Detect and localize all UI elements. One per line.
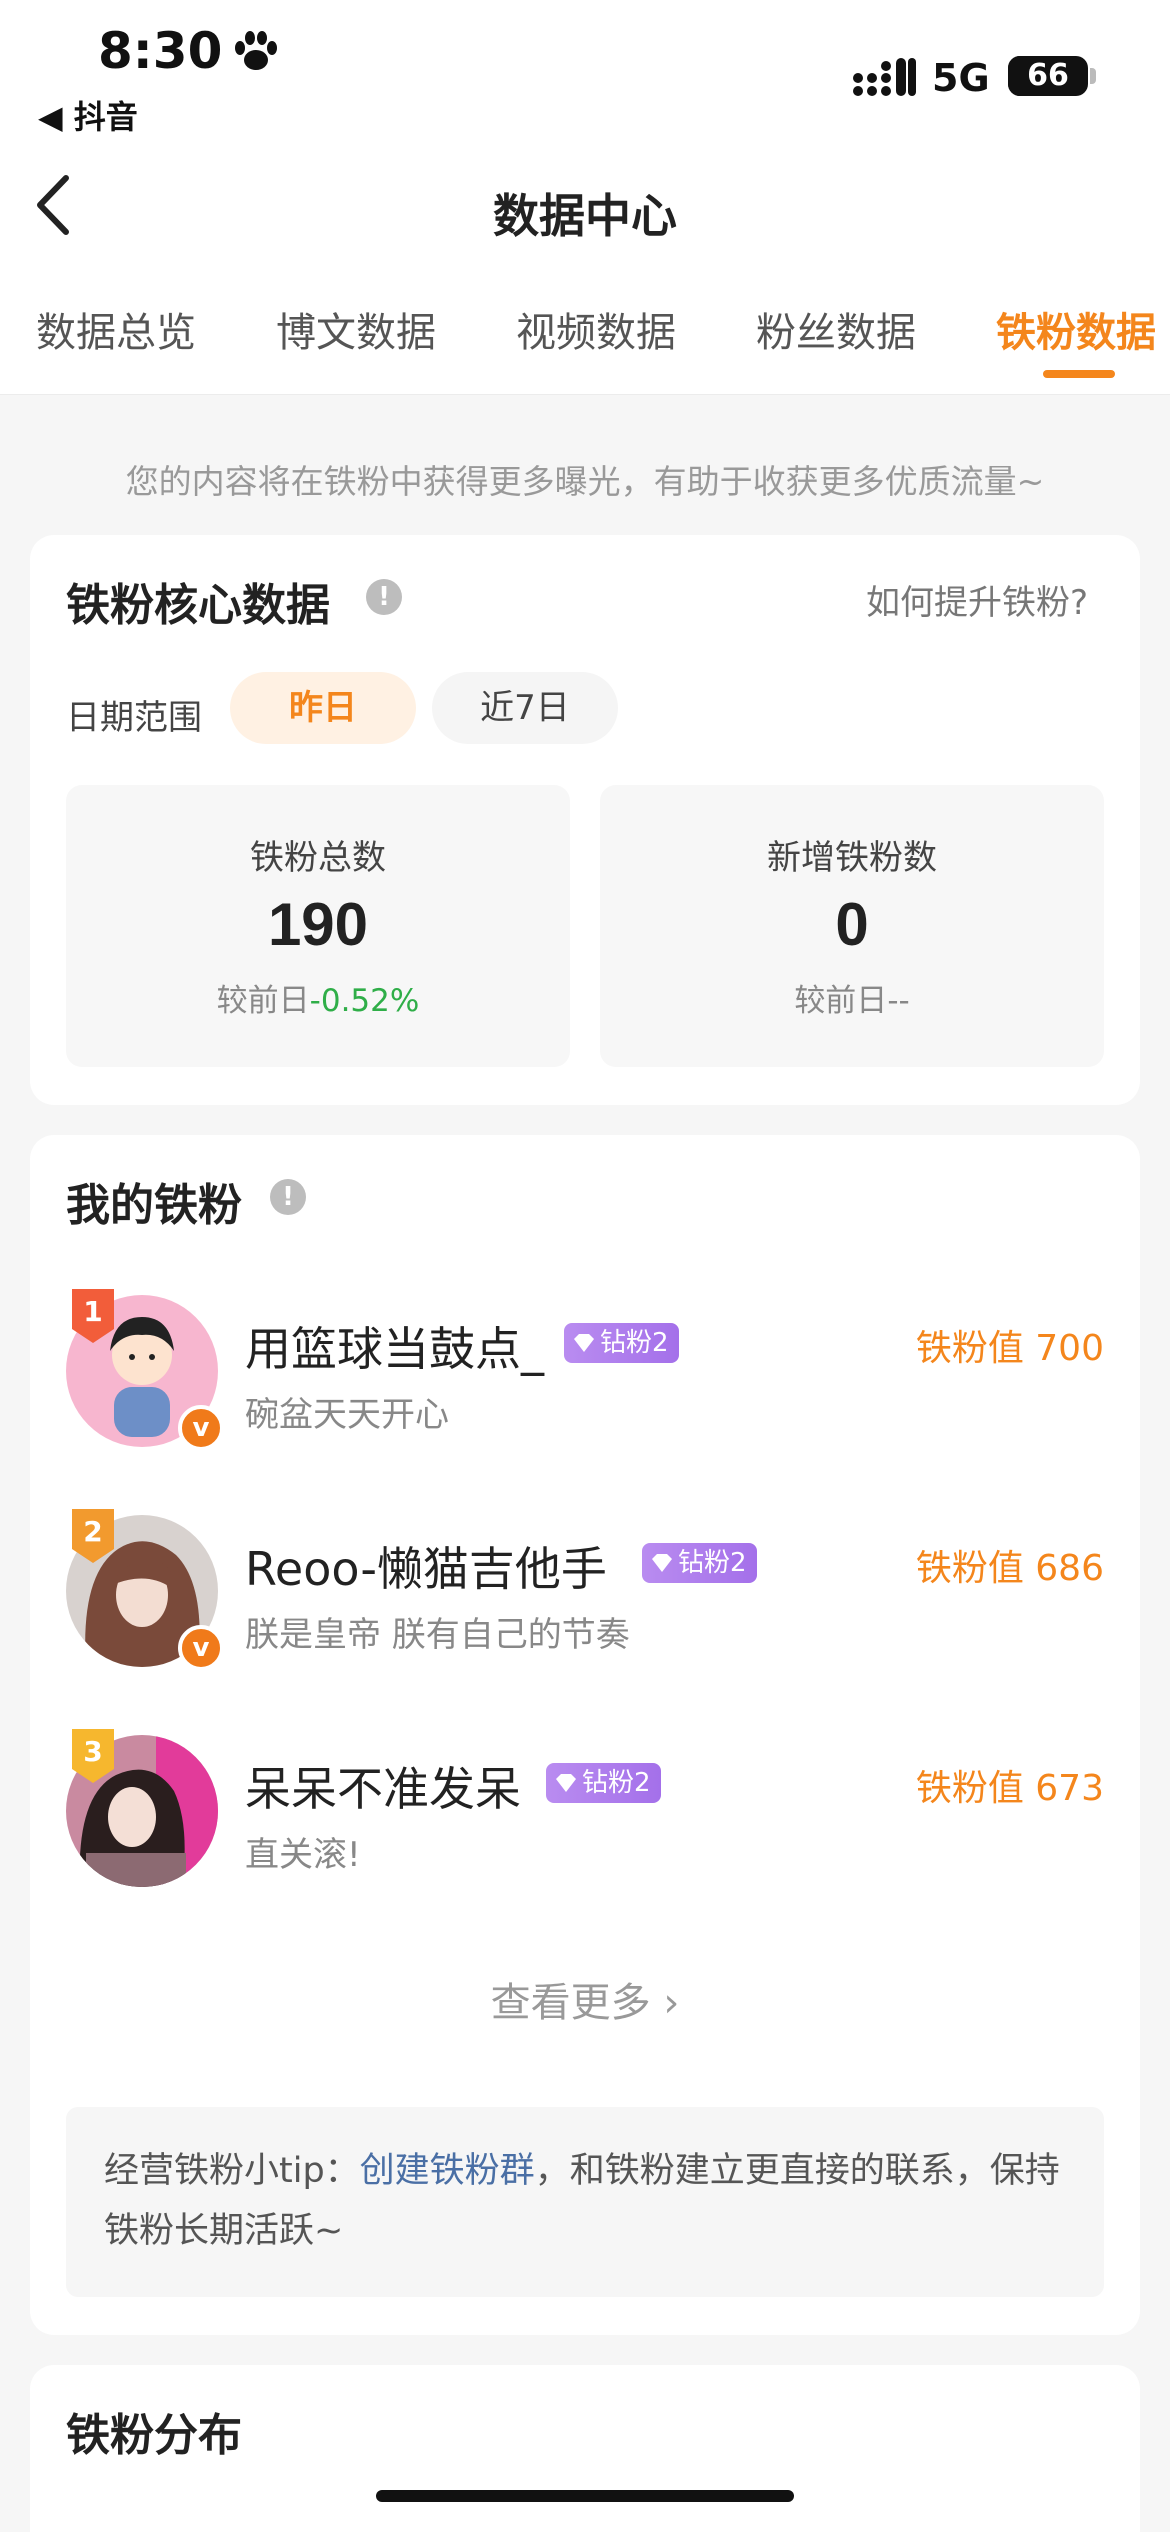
core-data-title: 铁粉核心数据 xyxy=(66,580,330,631)
stat-total-iron-fans: 铁粉总数 190 较前日-0.52% xyxy=(66,785,570,1067)
verified-badge-icon: v xyxy=(178,1625,224,1671)
page-title: 数据中心 xyxy=(493,189,677,243)
view-more-label: 查看更多 xyxy=(490,1980,651,2026)
signal-icon xyxy=(853,58,916,96)
fan-score: 铁粉值 673 xyxy=(915,1768,1104,1809)
rank-badge-text: 2 xyxy=(68,1509,118,1565)
intro-text: 您的内容将在铁粉中获得更多曝光，有助于收获更多优质流量~ xyxy=(125,462,1045,501)
stat-new-iron-fans: 新增铁粉数 0 较前日-- xyxy=(600,785,1104,1067)
fan-score: 铁粉值 700 xyxy=(915,1328,1104,1369)
rank-badge-text: 1 xyxy=(68,1289,118,1345)
iron-fans-distribution-card: 铁粉分布 xyxy=(30,2365,1140,2532)
battery-level-text: 66 xyxy=(1027,58,1069,93)
tag-label: 钻粉2 xyxy=(600,1328,669,1358)
diamond-fan-tag: 钻粉2 xyxy=(546,1763,661,1803)
tab-bar: 数据总览 博文数据 视频数据 粉丝数据 铁粉数据 xyxy=(0,300,1170,395)
stat-label: 新增铁粉数 xyxy=(767,838,937,878)
fan-description: 朕是皇帝 朕有自己的节奏 xyxy=(245,1615,630,1655)
rank-number: 2 xyxy=(83,1515,103,1548)
fan-description: 碗盆天天开心 xyxy=(245,1395,449,1435)
my-iron-fans-title: 我的铁粉 xyxy=(66,1180,242,1231)
how-to-improve-link[interactable]: 如何提升铁粉? xyxy=(866,575,1088,624)
battery-icon: 66 xyxy=(1008,56,1088,96)
gem-icon xyxy=(556,1774,576,1792)
paw-icon xyxy=(235,31,277,70)
active-tab-indicator xyxy=(1043,370,1115,378)
fan-list-item[interactable]: 1 v 用篮球当鼓点_ 钻粉2 碗盆天天开心 铁粉值 700 xyxy=(30,1289,1140,1455)
status-bar: 8:30 ◀ 抖音 5G 66 xyxy=(0,0,1170,150)
diamond-fan-tag: 钻粉2 xyxy=(642,1543,757,1583)
info-icon[interactable]: ! xyxy=(270,1179,306,1215)
create-fan-group-link[interactable]: 创建铁粉群 xyxy=(360,2151,535,2191)
rank-number: 3 xyxy=(83,1735,103,1768)
tab-post-data[interactable]: 博文数据 xyxy=(276,300,436,358)
battery-cap xyxy=(1090,68,1096,84)
info-icon[interactable]: ! xyxy=(366,579,402,615)
fan-name[interactable]: 用篮球当鼓点_ xyxy=(245,1313,544,1379)
view-more-button[interactable]: 查看更多 › xyxy=(30,1970,1140,2028)
stat-compare: 较前日-- xyxy=(600,975,1104,1020)
status-time: 8:30 xyxy=(98,22,223,80)
stat-value: 0 xyxy=(835,891,869,958)
my-iron-fans-card: 我的铁粉 ! 1 v 用篮球当鼓点_ 钻粉2 碗盆天天开心 铁粉值 700 2 … xyxy=(30,1135,1140,2335)
fan-list-item[interactable]: 2 v Reoo-懒猫吉他手 钻粉2 朕是皇帝 朕有自己的节奏 铁粉值 686 xyxy=(30,1509,1140,1675)
fan-name[interactable]: 呆呆不准发呆 xyxy=(245,1753,521,1819)
fan-score: 铁粉值 686 xyxy=(915,1548,1104,1589)
tab-video-data[interactable]: 视频数据 xyxy=(516,300,676,358)
date-option-7days[interactable]: 近7日 xyxy=(432,672,618,744)
tab-overview[interactable]: 数据总览 xyxy=(36,300,196,358)
fan-description: 直关滚! xyxy=(245,1835,361,1875)
rank-number: 1 xyxy=(83,1295,103,1328)
back-to-app-link[interactable]: ◀ 抖音 xyxy=(38,92,138,138)
fan-name[interactable]: Reoo-懒猫吉他手 xyxy=(245,1533,607,1599)
tab-iron-fans-data[interactable]: 铁粉数据 xyxy=(996,300,1156,358)
compare-prefix: 较前日 xyxy=(216,983,310,1019)
fan-list-item[interactable]: 3 呆呆不准发呆 钻粉2 直关滚! 铁粉值 673 xyxy=(30,1729,1140,1895)
tag-label: 钻粉2 xyxy=(678,1548,747,1578)
compare-value: -0.52% xyxy=(309,983,420,1019)
page-header: 数据中心 数据总览 博文数据 视频数据 粉丝数据 铁粉数据 xyxy=(0,150,1170,395)
network-type: 5G xyxy=(932,56,990,100)
diamond-fan-tag: 钻粉2 xyxy=(564,1323,679,1363)
stat-value: 190 xyxy=(267,891,369,958)
home-indicator[interactable] xyxy=(376,2490,794,2502)
gem-icon xyxy=(652,1554,672,1572)
tag-label: 钻粉2 xyxy=(582,1768,651,1798)
date-option-yesterday[interactable]: 昨日 xyxy=(230,672,416,744)
tip-box: 经营铁粉小tip：创建铁粉群，和铁粉建立更直接的联系，保持铁粉长期活跃~ xyxy=(66,2107,1104,2297)
rank-badge-text: 3 xyxy=(68,1729,118,1785)
stat-compare: 较前日-0.52% xyxy=(66,975,570,1020)
stat-label: 铁粉总数 xyxy=(250,838,386,878)
compare-value: -- xyxy=(887,983,910,1019)
tab-fans-data[interactable]: 粉丝数据 xyxy=(756,300,916,358)
date-range-label: 日期范围 xyxy=(66,698,202,738)
gem-icon xyxy=(574,1334,594,1352)
verified-badge-icon: v xyxy=(178,1405,224,1451)
core-data-card: 铁粉核心数据 ! 如何提升铁粉? 日期范围 昨日 近7日 铁粉总数 190 较前… xyxy=(30,535,1140,1105)
distribution-title: 铁粉分布 xyxy=(66,2410,242,2461)
chevron-right-icon: › xyxy=(663,1980,680,2026)
tip-prefix: 经营铁粉小tip： xyxy=(104,2151,360,2191)
compare-prefix: 较前日 xyxy=(794,983,888,1019)
